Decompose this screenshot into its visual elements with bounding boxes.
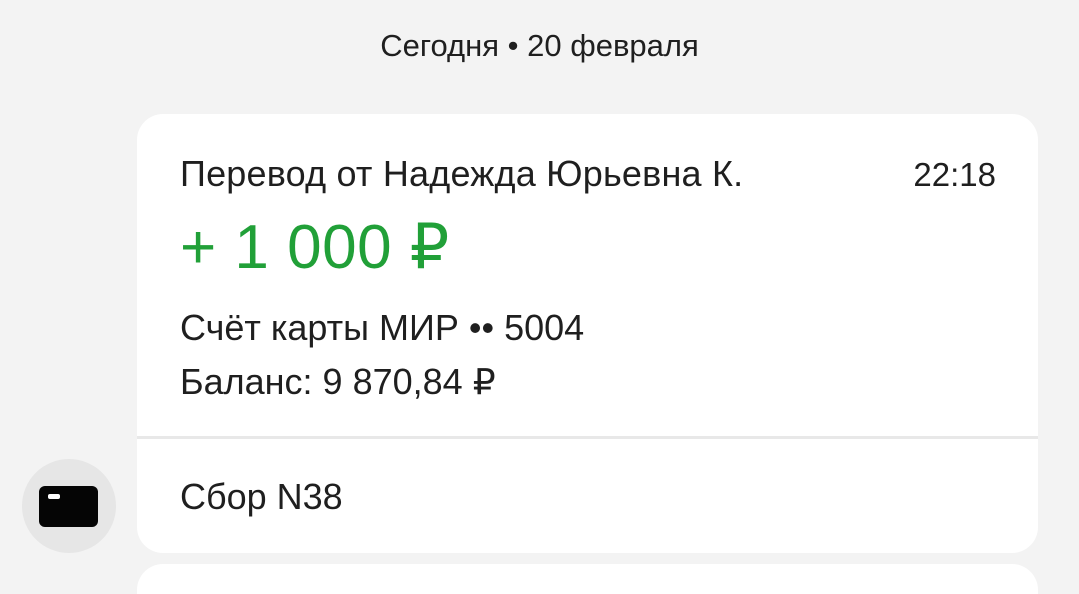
transfer-title: Перевод от Надежда Юрьевна К. — [180, 153, 744, 194]
bank-avatar — [22, 459, 116, 553]
card-account: Счёт карты МИР •• 5004 — [180, 307, 585, 348]
card-chip-mark — [48, 494, 60, 499]
next-message-card — [137, 564, 1038, 594]
transfer-details: Перевод от Надежда Юрьевна К. 22:18 + 1 … — [137, 114, 1038, 437]
account-balance: Баланс: 9 870,84 ₽ — [180, 361, 496, 402]
collection-row[interactable]: Сбор N38 — [137, 439, 1038, 553]
incoming-transfer-message[interactable]: Перевод от Надежда Юрьевна К. 22:18 + 1 … — [137, 114, 1038, 553]
transfer-amount: + 1 000 ₽ — [180, 213, 450, 282]
collection-label: Сбор N38 — [180, 476, 343, 517]
date-separator: Сегодня • 20 февраля — [380, 28, 699, 63]
message-time: 22:18 — [913, 156, 996, 193]
bank-card-icon — [39, 486, 98, 527]
